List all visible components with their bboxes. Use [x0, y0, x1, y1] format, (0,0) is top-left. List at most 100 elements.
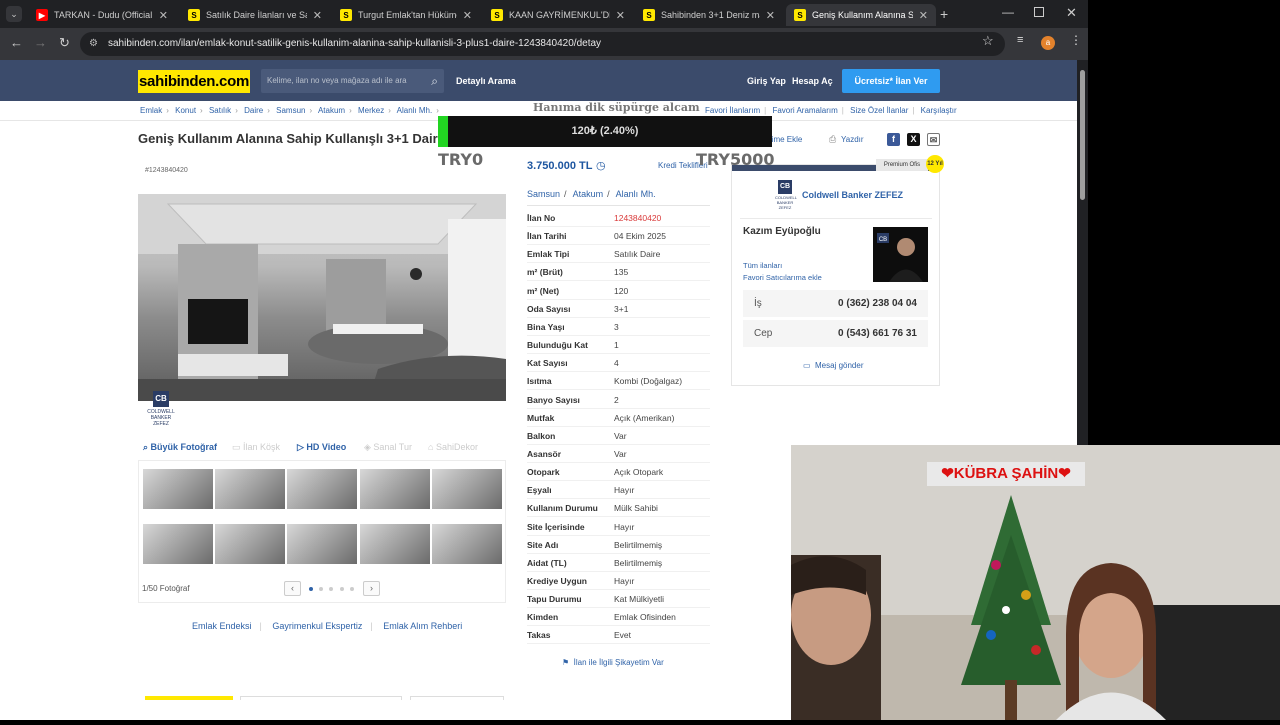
thumbnail[interactable]: [287, 469, 357, 509]
tab-virtual-tour[interactable]: ◈ Sanal Tur: [364, 442, 412, 453]
page-dot[interactable]: [309, 587, 313, 591]
message-icon: ▭: [803, 361, 813, 370]
profile-avatar[interactable]: a: [1041, 36, 1055, 50]
scrollbar-thumb[interactable]: [1080, 70, 1085, 200]
breadcrumb-item[interactable]: Daire: [244, 106, 263, 115]
tab-6-active[interactable]: S Geniş Kullanım Alanına Sahip✕: [786, 4, 936, 26]
register-link[interactable]: Hesap Aç: [792, 76, 833, 86]
thumbnail[interactable]: [432, 469, 502, 509]
tab-ilan-kosk[interactable]: ▭ İlan Köşk: [232, 442, 280, 453]
page-dot[interactable]: [319, 587, 323, 591]
tab-5[interactable]: S Sahibinden 3+1 Deniz manz✕: [635, 4, 783, 26]
sahibinden-logo[interactable]: sahibinden.com: [138, 70, 250, 93]
agency-logo[interactable]: CB COLDWELL BANKER ZEFEZ: [775, 180, 797, 210]
page-dot[interactable]: [329, 587, 333, 591]
search-input[interactable]: Kelime, ilan no veya mağaza adı ile ara …: [261, 69, 444, 93]
forward-icon[interactable]: →: [34, 35, 47, 50]
close-icon[interactable]: ✕: [616, 9, 625, 22]
thumbnail[interactable]: [360, 524, 430, 564]
emlak-endeksi-link[interactable]: Emlak Endeksi: [192, 621, 252, 631]
login-link[interactable]: Giriş Yap: [747, 76, 786, 86]
breadcrumb-item[interactable]: Emlak: [140, 106, 162, 115]
post-ad-button[interactable]: Ücretsiz* İlan Ver: [842, 69, 940, 93]
thumbnail[interactable]: [141, 467, 215, 511]
minimize-icon[interactable]: —: [1002, 5, 1014, 19]
close-icon[interactable]: ✕: [463, 9, 472, 22]
top-links: Favori İlanlarım | Favori Aramalarım | Siz…: [705, 106, 957, 115]
close-icon[interactable]: ✕: [313, 9, 322, 22]
main-photo[interactable]: [138, 194, 506, 401]
thumbnail[interactable]: [432, 524, 502, 564]
compare-link[interactable]: Karşılaştır: [921, 106, 957, 115]
back-icon[interactable]: ←: [10, 35, 23, 50]
detailed-search-link[interactable]: Detaylı Arama: [456, 76, 516, 86]
breadcrumb-item[interactable]: Satılık: [209, 106, 231, 115]
thumbnail[interactable]: [215, 469, 285, 509]
printer-icon[interactable]: ⎙: [829, 134, 836, 145]
thumbnail[interactable]: [143, 524, 213, 564]
next-photo-button[interactable]: ›: [363, 581, 380, 596]
bottom-tab[interactable]: [240, 696, 402, 700]
url-bar[interactable]: ⚙ sahibinden.com/ilan/emlak-konut-satili…: [80, 32, 1005, 56]
favorite-ads-link[interactable]: Favori İlanlarım: [705, 106, 760, 115]
tab-sahidekor[interactable]: ⌂ SahiDekor: [428, 442, 478, 452]
send-message-link[interactable]: ▭ Mesaj gönder: [803, 361, 864, 370]
property-row: Balkon Var: [527, 427, 710, 445]
thumbnail[interactable]: [360, 469, 430, 509]
page-dot[interactable]: [340, 587, 344, 591]
maximize-icon[interactable]: [1034, 7, 1044, 17]
new-tab-icon[interactable]: +: [940, 6, 948, 22]
site-info-icon[interactable]: ⚙: [89, 32, 98, 56]
tab-hd-video[interactable]: ▷ HD Video: [297, 442, 346, 453]
tab-3[interactable]: S Turgut Emlak'tan Hükümet ✕: [332, 4, 480, 26]
x-twitter-icon[interactable]: X: [907, 133, 920, 146]
buying-guide-link[interactable]: Emlak Alım Rehberi: [383, 621, 462, 631]
bookmark-star-icon[interactable]: ☆: [982, 33, 994, 49]
thumbnail[interactable]: [287, 524, 357, 564]
tab-1[interactable]: ▶ TARKAN - Dudu (Official M ✕: [28, 4, 176, 26]
location-district[interactable]: Atakum: [573, 189, 604, 199]
personal-ads-link[interactable]: Size Özel İlanlar: [850, 106, 908, 115]
thumbnail[interactable]: [215, 524, 285, 564]
property-value: 1243840420: [614, 213, 662, 223]
breadcrumb-item[interactable]: Alanlı Mh.: [397, 106, 433, 115]
favorite-searches-link[interactable]: Favori Aramalarım: [772, 106, 837, 115]
tab-list-button[interactable]: ⌄: [6, 6, 22, 22]
reload-icon[interactable]: ↻: [59, 35, 70, 51]
agency-name[interactable]: Coldwell Banker ZEFEZ: [802, 190, 903, 200]
property-key: Bulunduğu Kat: [527, 340, 588, 351]
tab-2[interactable]: S Satılık Daire İlanları ve Satılı✕: [180, 4, 330, 26]
phone-mobile[interactable]: Cep 0 (543) 661 76 31: [743, 320, 928, 347]
tab-4[interactable]: S KAAN GAYRİMENKUL'DEN✕: [483, 4, 633, 26]
facebook-icon[interactable]: f: [887, 133, 900, 146]
breadcrumb-item[interactable]: Samsun: [276, 106, 305, 115]
location-neighborhood[interactable]: Alanlı Mh.: [616, 189, 656, 199]
email-icon[interactable]: ✉: [927, 133, 940, 146]
close-icon[interactable]: ✕: [159, 9, 168, 22]
add-favorite-link[interactable]: rime Ekle: [769, 135, 802, 144]
print-link[interactable]: Yazdır: [841, 135, 864, 144]
report-listing-link[interactable]: ⚑ İlan ile İlgili Şikayetim Var: [562, 658, 664, 667]
breadcrumb-item[interactable]: Konut: [175, 106, 196, 115]
ekspertiz-link[interactable]: Gayrimenkul Ekspertiz: [272, 621, 362, 631]
phone-office[interactable]: İş 0 (362) 238 04 04: [743, 290, 928, 317]
location-city[interactable]: Samsun: [527, 189, 560, 199]
search-icon[interactable]: ⌕: [431, 69, 438, 93]
prev-photo-button[interactable]: ‹: [284, 581, 301, 596]
bottom-tab[interactable]: [410, 696, 504, 700]
close-icon[interactable]: ✕: [766, 9, 775, 22]
price-history-icon[interactable]: ◷: [596, 159, 606, 172]
menu-kebab-icon[interactable]: ⋮: [1070, 33, 1082, 47]
breadcrumb-item[interactable]: Atakum: [318, 106, 345, 115]
favorite-seller-link[interactable]: Favori Satıcılarıma ekle: [743, 273, 822, 282]
close-icon[interactable]: ✕: [919, 9, 928, 22]
property-row: m² (Brüt) 135: [527, 263, 710, 282]
window-close-icon[interactable]: ✕: [1066, 5, 1077, 21]
media-controls-icon[interactable]: ≡: [1017, 34, 1023, 46]
page-dot[interactable]: [350, 587, 354, 591]
media-tabs: ⌕ Büyük Fotoğraf ▭ İlan Köşk ▷ HD Video …: [138, 438, 506, 458]
bottom-tab-active[interactable]: [145, 696, 233, 700]
all-ads-link[interactable]: Tüm ilanları: [743, 261, 782, 270]
breadcrumb-item[interactable]: Merkez: [358, 106, 384, 115]
tab-big-photo[interactable]: ⌕ Büyük Fotoğraf: [143, 442, 217, 453]
